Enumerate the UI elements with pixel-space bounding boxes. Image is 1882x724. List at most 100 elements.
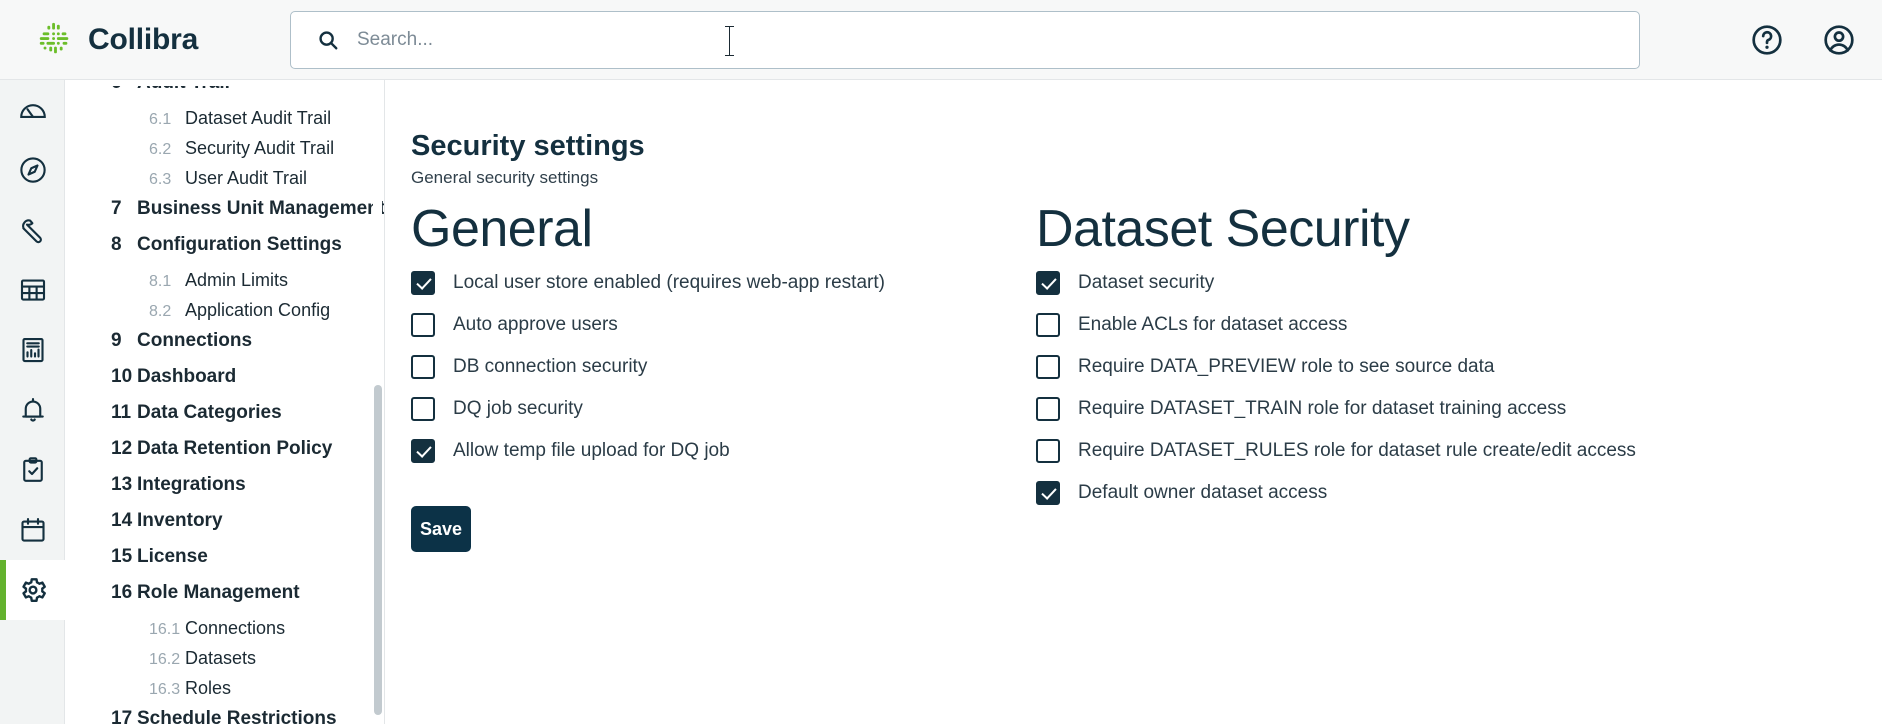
- checkbox-row[interactable]: DB connection security: [411, 346, 1031, 388]
- checkbox-label: Require DATASET_TRAIN role for dataset t…: [1078, 398, 1567, 419]
- save-button[interactable]: Save: [411, 506, 471, 552]
- nav-item-role-management[interactable]: 16 Role Management: [65, 582, 384, 618]
- nav-item-number: 14: [111, 510, 133, 531]
- checkbox-row[interactable]: Require DATASET_RULES role for dataset r…: [1036, 430, 1866, 472]
- nav-item-integrations[interactable]: 13 Integrations: [65, 474, 384, 510]
- checkbox-checked-icon[interactable]: [1036, 481, 1060, 505]
- checkbox-row[interactable]: Auto approve users: [411, 304, 1031, 346]
- brand[interactable]: Collibra: [0, 21, 290, 59]
- nav-item-number: 16.1: [149, 621, 181, 638]
- checkbox-unchecked-icon[interactable]: [1036, 355, 1060, 379]
- rail-item-alerts[interactable]: [0, 380, 65, 440]
- checkbox-row[interactable]: Allow temp file upload for DQ job: [411, 430, 1031, 472]
- nav-item-user-audit-trail[interactable]: 6.3 User Audit Trail: [65, 168, 384, 198]
- header-actions: [1750, 0, 1856, 80]
- search-placeholder: Search...: [357, 29, 434, 50]
- nav-item-label: Security Audit Trail: [185, 138, 335, 158]
- nav-item-data-retention-policy[interactable]: 12 Data Retention Policy: [65, 438, 384, 474]
- rail-item-dashboard[interactable]: [0, 80, 65, 140]
- checkbox-label: Require DATASET_RULES role for dataset r…: [1078, 440, 1636, 461]
- nav-item-number: 12: [111, 438, 133, 459]
- checkbox-row[interactable]: Require DATA_PREVIEW role to see source …: [1036, 346, 1866, 388]
- nav-item-label: Admin Limits: [185, 270, 289, 290]
- checkbox-label: Allow temp file upload for DQ job: [453, 440, 730, 461]
- nav-item-label: Role Management: [137, 582, 300, 603]
- checkbox-unchecked-icon[interactable]: [1036, 439, 1060, 463]
- nav-scrollbar-thumb[interactable]: [374, 385, 382, 715]
- nav-item-label: Roles: [185, 678, 232, 698]
- nav-item-label: Integrations: [137, 474, 246, 495]
- checkbox-row[interactable]: Enable ACLs for dataset access: [1036, 304, 1866, 346]
- nav-item-application-config[interactable]: 8.2 Application Config: [65, 300, 384, 330]
- gear-icon: [18, 575, 48, 605]
- nav-item-label: Business Unit Management: [137, 198, 385, 219]
- nav-item-label: User Audit Trail: [185, 168, 308, 188]
- nav-item-number: 9: [111, 330, 122, 351]
- checkbox-unchecked-icon[interactable]: [1036, 397, 1060, 421]
- nav-item-number: 8.1: [149, 273, 172, 290]
- checkbox-row[interactable]: Default owner dataset access: [1036, 472, 1866, 514]
- checkbox-label: DB connection security: [453, 356, 648, 377]
- nav-item-license[interactable]: 15 License: [65, 546, 384, 582]
- nav-item-label: Schedule Restrictions: [137, 708, 337, 724]
- rail-item-datasets[interactable]: [0, 260, 65, 320]
- nav-item-label: Inventory: [137, 510, 223, 531]
- checkbox-checked-icon[interactable]: [411, 271, 435, 295]
- rail-item-tools[interactable]: [0, 200, 65, 260]
- nav-item-number: 8.2: [149, 303, 172, 320]
- checkbox-label: Dataset security: [1078, 272, 1215, 293]
- rail-item-jobs[interactable]: [0, 440, 65, 500]
- account-circle-icon[interactable]: [1822, 23, 1856, 57]
- nav-item-label: License: [137, 546, 208, 567]
- nav-item-label: Data Categories: [137, 402, 282, 423]
- nav-item-number: 6.1: [149, 111, 172, 128]
- nav-item-number: 8: [111, 234, 122, 255]
- checkbox-unchecked-icon[interactable]: [411, 397, 435, 421]
- nav-item-inventory[interactable]: 14 Inventory: [65, 510, 384, 546]
- nav-item-number: 17: [111, 708, 133, 724]
- nav-item-business-unit-management[interactable]: 7 Business Unit Management: [65, 198, 385, 234]
- gauge-icon: [18, 95, 48, 125]
- checkbox-row[interactable]: DQ job security: [411, 388, 1031, 430]
- nav-item-connections[interactable]: 9 Connections: [65, 330, 384, 366]
- checkbox-row[interactable]: Require DATASET_TRAIN role for dataset t…: [1036, 388, 1866, 430]
- nav-item-number: 6.3: [149, 171, 172, 188]
- checkbox-unchecked-icon[interactable]: [1036, 313, 1060, 337]
- nav-item-label: Configuration Settings: [137, 234, 342, 255]
- nav-item-number: 13: [111, 474, 133, 495]
- table-icon: [18, 275, 48, 305]
- nav-item-configuration-settings[interactable]: 8 Configuration Settings: [65, 234, 384, 270]
- calendar-icon: [18, 515, 48, 545]
- nav-item-dashboard[interactable]: 10 Dashboard: [65, 366, 384, 402]
- nav-item-security-audit-trail[interactable]: 6.2 Security Audit Trail: [65, 138, 384, 168]
- checkbox-label: Auto approve users: [453, 314, 618, 335]
- nav-item-admin-limits[interactable]: 8.1 Admin Limits: [65, 270, 384, 300]
- checkbox-checked-icon[interactable]: [411, 439, 435, 463]
- text-cursor: [725, 26, 734, 56]
- rail-item-admin[interactable]: [0, 560, 65, 620]
- rail-item-schedule[interactable]: [0, 500, 65, 560]
- nav-item-schedule-restrictions[interactable]: 17 Schedule Restrictions: [65, 708, 384, 724]
- report-icon: [18, 335, 48, 365]
- nav-top-fade: [65, 80, 384, 86]
- search-input[interactable]: Search...: [290, 11, 1640, 69]
- nav-item-label: Connections: [185, 618, 286, 638]
- rail-item-reports[interactable]: [0, 320, 65, 380]
- rail-item-explorer[interactable]: [0, 140, 65, 200]
- brand-name: Collibra: [88, 22, 199, 56]
- nav-item-dataset-audit-trail[interactable]: 6.1 Dataset Audit Trail: [65, 108, 384, 138]
- nav-item-number: 7: [111, 198, 122, 219]
- checkbox-row[interactable]: Dataset security: [1036, 262, 1866, 304]
- help-circle-icon[interactable]: [1750, 23, 1784, 57]
- nav-item-data-categories[interactable]: 11 Data Categories: [65, 402, 384, 438]
- checkbox-checked-icon[interactable]: [1036, 271, 1060, 295]
- checkbox-unchecked-icon[interactable]: [411, 313, 435, 337]
- nav-item-datasets[interactable]: 16.2 Datasets: [65, 648, 384, 678]
- nav-item-connections[interactable]: 16.1 Connections: [65, 618, 384, 648]
- nav-item-label: Dataset Audit Trail: [185, 108, 332, 128]
- checkbox-unchecked-icon[interactable]: [411, 355, 435, 379]
- dataset-security-heading: Dataset Security: [1036, 200, 1410, 258]
- checkbox-row[interactable]: Local user store enabled (requires web-a…: [411, 262, 1031, 304]
- nav-item-label: Application Config: [185, 300, 331, 320]
- nav-item-roles[interactable]: 16.3 Roles: [65, 678, 384, 708]
